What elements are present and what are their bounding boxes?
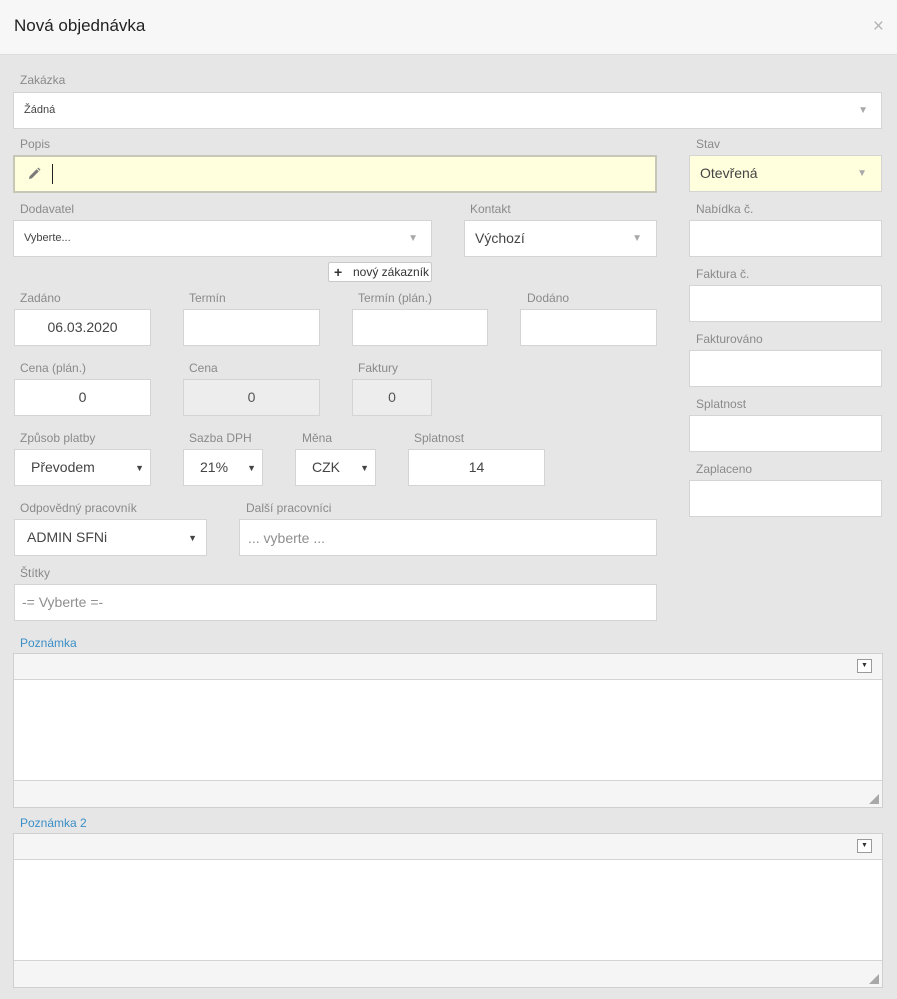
termin-label: Termín — [189, 291, 226, 305]
stav-select[interactable]: Otevřená ▼ — [689, 155, 882, 192]
chevron-down-icon: ▼ — [408, 233, 418, 244]
mena-select[interactable]: CZK ▼ — [295, 449, 376, 486]
kontakt-select[interactable]: Výchozí ▼ — [464, 220, 657, 257]
chevron-down-icon: ▼ — [857, 168, 867, 179]
fakturovano-label: Fakturováno — [696, 332, 763, 346]
editor-toolbar: ▼ — [14, 654, 882, 680]
sazba-dph-select[interactable]: 21% ▼ — [183, 449, 263, 486]
editor-menu-icon[interactable]: ▼ — [857, 839, 872, 853]
chevron-down-icon: ▼ — [135, 463, 144, 473]
zaplaceno-input[interactable] — [689, 480, 882, 517]
chevron-down-icon: ▼ — [858, 105, 868, 116]
fakturovano-input[interactable] — [689, 350, 882, 387]
dalsi-select[interactable]: ... vyberte ... — [239, 519, 657, 556]
close-icon[interactable]: × — [873, 17, 884, 36]
termin-plan-input[interactable] — [352, 309, 488, 346]
dodano-label: Dodáno — [527, 291, 570, 305]
editor-toolbar: ▼ — [14, 834, 882, 860]
splatnost-date-input[interactable] — [689, 415, 882, 452]
stav-label: Stav — [696, 137, 721, 151]
splatnost-input[interactable]: 14 — [408, 449, 545, 486]
zpusob-platby-value: Převodem — [31, 459, 95, 475]
cena-field: 0 — [183, 379, 320, 416]
dodavatel-select[interactable]: Vyberte... ▼ — [13, 220, 432, 257]
poznamka2-editor[interactable]: ▼ — [13, 833, 883, 988]
editor-statusbar — [14, 960, 882, 987]
odpovedny-select[interactable]: ADMIN SFNi ▼ — [14, 519, 207, 556]
chevron-down-icon: ▼ — [360, 463, 369, 473]
nabidka-label: Nabídka č. — [696, 202, 754, 216]
faktury-label: Faktury — [358, 361, 399, 375]
sazba-dph-label: Sazba DPH — [189, 431, 252, 445]
dodavatel-label: Dodavatel — [20, 202, 75, 216]
termin-input[interactable] — [183, 309, 320, 346]
pencil-icon — [29, 167, 41, 179]
zadano-input[interactable]: 06.03.2020 — [14, 309, 151, 346]
stitky-placeholder: -= Vyberte =- — [22, 594, 104, 610]
zaplaceno-label: Zaplaceno — [696, 462, 753, 476]
resize-grip-icon[interactable] — [869, 794, 879, 804]
dialog-header: Nová objednávka × — [0, 0, 897, 55]
editor-statusbar — [14, 780, 882, 807]
mena-value: CZK — [312, 459, 340, 475]
new-customer-button[interactable]: + nový zákazník — [328, 262, 432, 282]
chevron-down-icon: ▼ — [188, 533, 197, 543]
poznamka-editor[interactable]: ▼ — [13, 653, 883, 808]
dialog-title: Nová objednávka — [14, 16, 146, 35]
splatnost-date-label: Splatnost — [696, 397, 747, 411]
new-customer-label: nový zákazník — [353, 265, 430, 279]
splatnost-label: Splatnost — [414, 431, 465, 445]
zakazka-select[interactable]: Žádná ▼ — [13, 92, 882, 129]
zakazka-label: Zakázka — [20, 73, 66, 87]
poznamka-label: Poznámka — [20, 636, 77, 650]
text-cursor — [52, 164, 53, 184]
stav-value: Otevřená — [700, 165, 758, 181]
faktura-input[interactable] — [689, 285, 882, 322]
odpovedny-label: Odpovědný pracovník — [20, 501, 137, 515]
zakazka-value: Žádná — [24, 104, 56, 116]
popis-label: Popis — [20, 137, 51, 151]
kontakt-value: Výchozí — [475, 230, 525, 246]
stitky-label: Štítky — [20, 566, 51, 580]
cena-plan-input[interactable]: 0 — [14, 379, 151, 416]
cena-plan-label: Cena (plán.) — [20, 361, 87, 375]
sazba-dph-value: 21% — [200, 459, 229, 475]
stitky-select[interactable]: -= Vyberte =- — [14, 584, 657, 621]
nabidka-input[interactable] — [689, 220, 882, 257]
faktury-field: 0 — [352, 379, 432, 416]
resize-grip-icon[interactable] — [869, 974, 879, 984]
zpusob-platby-label: Způsob platby — [20, 431, 96, 445]
zadano-label: Zadáno — [20, 291, 61, 305]
zpusob-platby-select[interactable]: Převodem ▼ — [14, 449, 151, 486]
dalsi-label: Další pracovníci — [246, 501, 332, 515]
chevron-down-icon: ▼ — [632, 233, 642, 244]
odpovedny-value: ADMIN SFNi — [27, 529, 108, 545]
editor-menu-icon[interactable]: ▼ — [857, 659, 872, 673]
kontakt-label: Kontakt — [470, 202, 511, 216]
termin-plan-label: Termín (plán.) — [358, 291, 433, 305]
dodano-input[interactable] — [520, 309, 657, 346]
dalsi-placeholder: ... vyberte ... — [248, 530, 326, 546]
poznamka2-label: Poznámka 2 — [20, 816, 87, 830]
cena-label: Cena — [189, 361, 218, 375]
faktura-label: Faktura č. — [696, 267, 750, 281]
popis-input[interactable] — [13, 155, 657, 193]
mena-label: Měna — [302, 431, 333, 445]
chevron-down-icon: ▼ — [247, 463, 256, 473]
dodavatel-placeholder: Vyberte... — [24, 232, 71, 244]
plus-icon: + — [334, 264, 343, 280]
